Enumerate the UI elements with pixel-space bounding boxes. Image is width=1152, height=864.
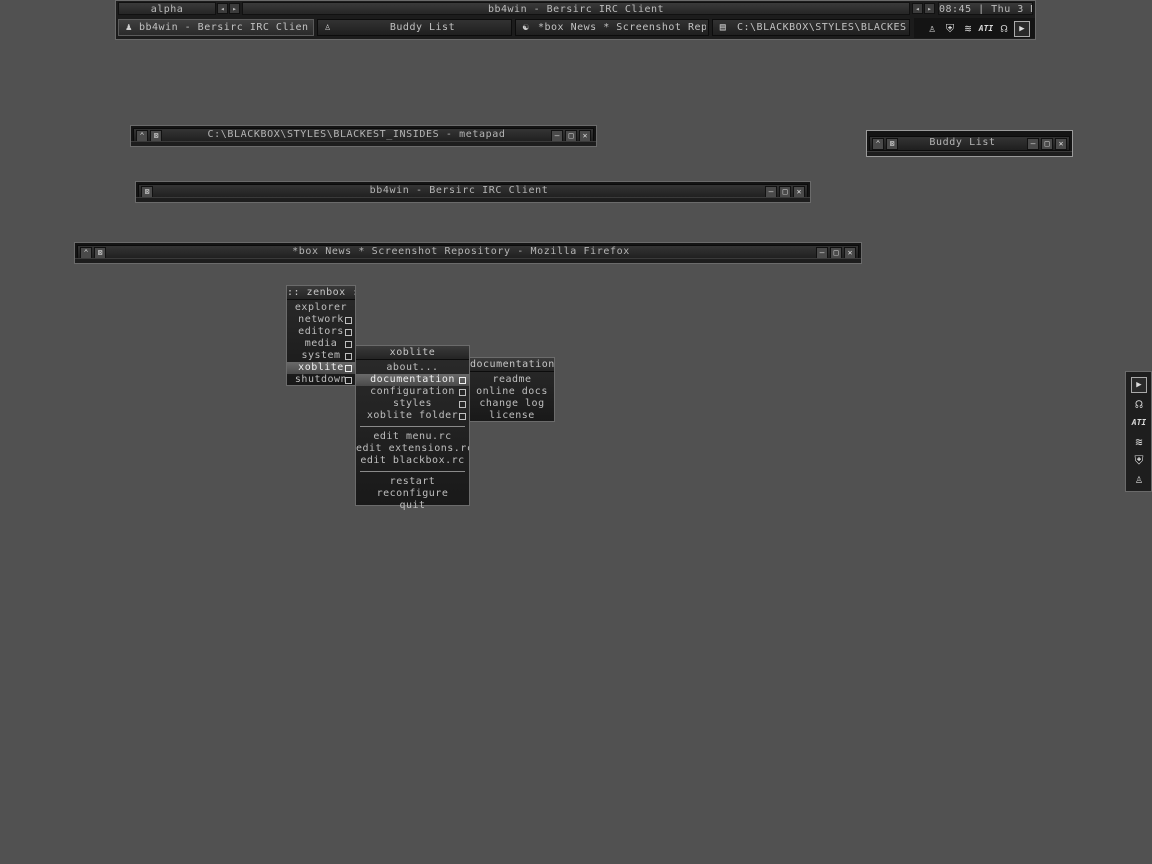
menu-item-shutdown[interactable]: shutdown: [287, 374, 355, 386]
notepad-icon: ▤: [719, 22, 727, 33]
task-label: Buddy List: [389, 22, 456, 33]
play-tray-icon[interactable]: ▶: [1014, 21, 1030, 37]
menu-item-about[interactable]: about...: [356, 362, 469, 374]
menu-separator: [360, 471, 465, 472]
menu-separator: [360, 426, 465, 427]
submenu-indicator-icon: [459, 389, 466, 396]
submenu-indicator-icon: [345, 353, 352, 360]
play-slit-icon[interactable]: ▶: [1131, 377, 1147, 393]
shade-button[interactable]: ⌃: [872, 138, 884, 150]
window-handle[interactable]: [136, 197, 810, 202]
next-workspace-arrow-icon[interactable]: ▸: [229, 3, 240, 14]
clock: 08:45 | Thu 3 Nov: [938, 2, 1033, 15]
menu-item-styles[interactable]: styles: [356, 398, 469, 410]
menu-item-editors[interactable]: editors: [287, 326, 355, 338]
toolbar-window-label[interactable]: bb4win - Bersirc IRC Client: [242, 2, 910, 15]
menu-item-network[interactable]: network: [287, 314, 355, 326]
root-menu: :: zenbox :: explorer network editors me…: [286, 285, 356, 386]
prev-workspace-arrow-icon[interactable]: ◂: [217, 3, 228, 14]
window-handle[interactable]: [131, 141, 596, 146]
task-bersirc[interactable]: ♟ bb4win - Bersirc IRC Client: [118, 19, 314, 36]
menu-item-explorer[interactable]: explorer: [287, 302, 355, 314]
menu-item-change-log[interactable]: change log: [470, 398, 554, 410]
maximize-button[interactable]: □: [1041, 138, 1053, 150]
ati-slit-icon[interactable]: ATI: [1131, 415, 1147, 431]
documentation-menu: documentation readme online docs change …: [469, 357, 555, 422]
shield-tray-icon[interactable]: ⛨: [942, 21, 958, 37]
submenu-indicator-icon: [459, 413, 466, 420]
menu-item-edit-blackbox-rc[interactable]: edit blackbox.rc: [356, 455, 469, 467]
metapad-window[interactable]: ⌃ ⊠ C:\BLACKBOX\STYLES\BLACKEST_INSIDES …: [130, 125, 597, 147]
menu-item-configuration[interactable]: configuration: [356, 386, 469, 398]
menu-item-readme[interactable]: readme: [470, 374, 554, 386]
menu-item-system[interactable]: system: [287, 350, 355, 362]
submenu-indicator-icon: [345, 341, 352, 348]
network-tray-icon[interactable]: ≋: [960, 21, 976, 37]
bersirc-window[interactable]: ⊠ bb4win - Bersirc IRC Client – □ ✕: [135, 181, 811, 203]
menu-item-reconfigure[interactable]: reconfigure: [356, 488, 469, 500]
menu-item-license[interactable]: license: [470, 410, 554, 422]
menu-title: :: zenbox ::: [287, 286, 355, 300]
menu-item-edit-menu-rc[interactable]: edit menu.rc: [356, 431, 469, 443]
menu-item-xoblite[interactable]: xoblite: [287, 362, 355, 374]
menu-item-quit[interactable]: quit: [356, 500, 469, 512]
buddy-slit-icon[interactable]: ♙: [1131, 471, 1147, 487]
submenu-indicator-icon: [345, 317, 352, 324]
window-title: Buddy List: [929, 137, 996, 148]
submenu-indicator-icon: [345, 365, 352, 372]
menu-item-media[interactable]: media: [287, 338, 355, 350]
task-label: bb4win - Bersirc IRC Client: [139, 22, 309, 33]
window-handle[interactable]: [75, 258, 861, 263]
speaker-slit-icon[interactable]: ☊: [1131, 396, 1147, 412]
workspace-label[interactable]: alpha: [118, 2, 216, 15]
sticky-button[interactable]: ⊠: [886, 138, 898, 150]
task-label: *box News * Screenshot Reposi...: [538, 22, 706, 33]
buddy-icon: ♙: [324, 22, 332, 33]
menu-item-xoblite-folder[interactable]: xoblite folder: [356, 410, 469, 422]
next-window-arrow-icon[interactable]: ▸: [924, 3, 935, 14]
toolbar: alpha ◂ ▸ bb4win - Bersirc IRC Client ◂ …: [115, 0, 1036, 40]
window-handle[interactable]: [867, 151, 1072, 156]
submenu-indicator-icon: [459, 377, 466, 384]
firefox-icon: ☯: [522, 22, 530, 33]
buddy-tray-icon[interactable]: ♙: [924, 21, 940, 37]
speaker-tray-icon[interactable]: ☊: [996, 21, 1012, 37]
task-metapad[interactable]: ▤ C:\BLACKBOX\STYLES\BLACKES...: [712, 19, 910, 36]
ati-tray-icon[interactable]: ATI: [978, 21, 994, 37]
submenu-indicator-icon: [345, 329, 352, 336]
menu-item-documentation[interactable]: documentation: [356, 374, 469, 386]
submenu-indicator-icon: [459, 401, 466, 408]
task-firefox[interactable]: ☯ *box News * Screenshot Reposi...: [515, 19, 709, 36]
buddy-list-window[interactable]: ⌃ ⊠ Buddy List – □ ✕: [866, 130, 1073, 157]
task-buddy-list[interactable]: ♙ Buddy List: [317, 19, 512, 36]
menu-item-restart[interactable]: restart: [356, 476, 469, 488]
task-label: C:\BLACKBOX\STYLES\BLACKES...: [737, 22, 907, 33]
minimize-button[interactable]: –: [1027, 138, 1039, 150]
menu-item-edit-extensions-rc[interactable]: edit extensions.rc: [356, 443, 469, 455]
shield-slit-icon[interactable]: ⛨: [1131, 452, 1147, 468]
system-tray: ♙ ⛨ ≋ ATI ☊ ▶: [914, 18, 1035, 38]
submenu-indicator-icon: [345, 377, 352, 384]
firefox-window[interactable]: ⌃ ⊠ *box News * Screenshot Repository - …: [74, 242, 862, 264]
slit: ▶ ☊ ATI ≋ ⛨ ♙: [1125, 371, 1152, 492]
close-button[interactable]: ✕: [1055, 138, 1067, 150]
menu-title: documentation: [470, 358, 554, 372]
irc-app-icon: ♟: [125, 22, 133, 33]
prev-window-arrow-icon[interactable]: ◂: [912, 3, 923, 14]
menu-title: xoblite: [356, 346, 469, 360]
xoblite-menu: xoblite about... documentation configura…: [355, 345, 470, 511]
menu-item-online-docs[interactable]: online docs: [470, 386, 554, 398]
network-slit-icon[interactable]: ≋: [1131, 434, 1147, 450]
titlebar[interactable]: ⌃ ⊠ Buddy List – □ ✕: [869, 136, 1070, 151]
